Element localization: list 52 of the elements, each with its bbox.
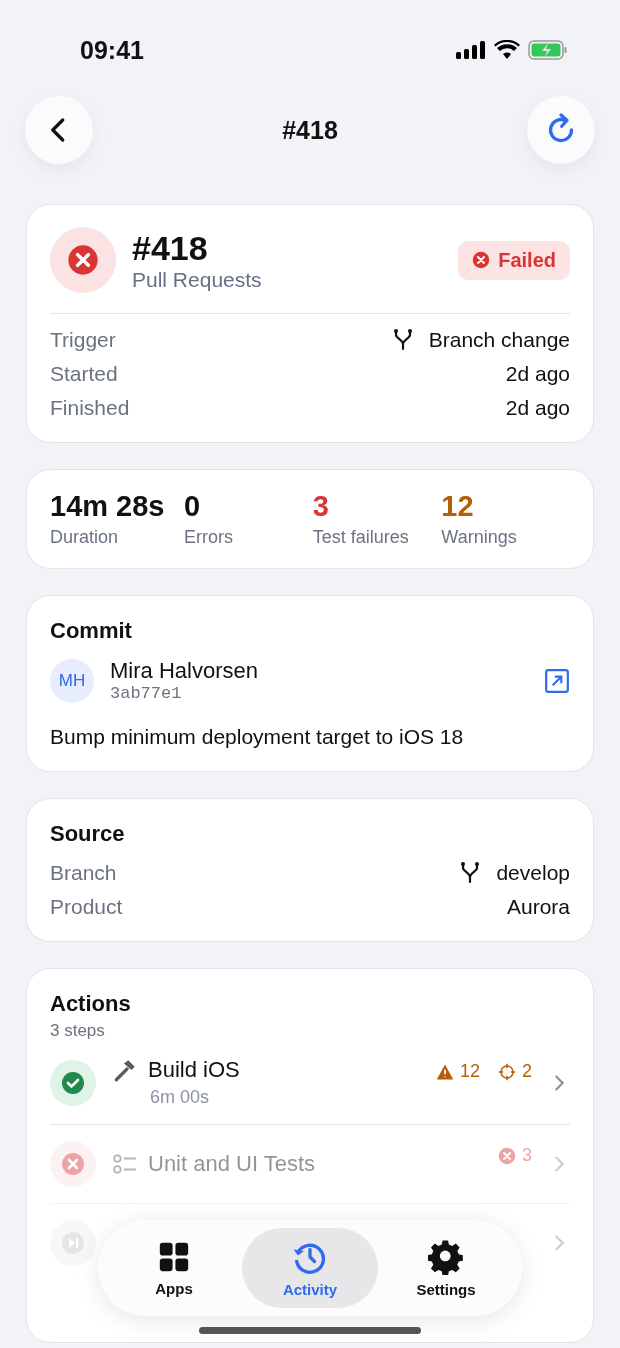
avatar: MH bbox=[50, 658, 94, 703]
workflow-name: Pull Requests bbox=[132, 267, 262, 292]
metric-label: Duration bbox=[50, 527, 120, 548]
card-title: Source bbox=[50, 821, 126, 847]
source-label: Product bbox=[50, 895, 123, 919]
metric-label: Test failures bbox=[312, 527, 410, 548]
commit-hash: 3ab77e1 bbox=[110, 684, 183, 703]
wifi-icon bbox=[494, 40, 520, 60]
status-time: 09:41 bbox=[80, 35, 144, 65]
failed-icon bbox=[50, 1141, 96, 1187]
metric-label: Warnings bbox=[441, 527, 518, 548]
detail-label: Finished bbox=[50, 396, 130, 420]
badge-count: 3 bbox=[522, 1145, 532, 1166]
nav-title: #418 bbox=[282, 115, 338, 145]
detail-value: 2d ago bbox=[505, 362, 570, 386]
signal-icon bbox=[456, 41, 486, 59]
source-value: Aurora bbox=[506, 895, 570, 919]
external-link-icon[interactable] bbox=[544, 667, 570, 694]
commit-message: Bump minimum deployment target to iOS 18 bbox=[50, 725, 465, 749]
badge-count: 12 bbox=[459, 1061, 480, 1082]
success-icon bbox=[50, 1059, 96, 1106]
build-number: #418 bbox=[132, 228, 209, 268]
status-badge: Failed bbox=[458, 240, 570, 280]
hammer-icon bbox=[112, 1057, 138, 1083]
tab[interactable]: Apps bbox=[106, 1228, 242, 1308]
detail-value: 2d ago bbox=[505, 396, 570, 420]
error-icon bbox=[498, 1146, 516, 1165]
detail-label: Started bbox=[50, 362, 118, 386]
metric-label: Errors bbox=[184, 527, 234, 548]
metric-value: 3 bbox=[312, 490, 330, 523]
skip-icon bbox=[50, 1220, 96, 1266]
metric-value: 14m 28s bbox=[50, 490, 166, 523]
card-title: Commit bbox=[50, 618, 133, 644]
battery-icon bbox=[528, 40, 568, 60]
settings-icon bbox=[428, 1238, 464, 1275]
steps-count: 3 steps bbox=[50, 1021, 106, 1041]
source-label: Branch bbox=[50, 861, 117, 885]
warning-icon bbox=[435, 1062, 454, 1081]
badge-count: 2 bbox=[522, 1061, 532, 1082]
metric-value: 0 bbox=[184, 490, 202, 523]
card-title: Actions bbox=[50, 991, 132, 1017]
checklist-icon bbox=[112, 1151, 138, 1177]
step-title[interactable]: Build iOS bbox=[148, 1057, 240, 1083]
step-duration: 6m 00s bbox=[149, 1087, 211, 1108]
author-name: Mira Halvorsen bbox=[110, 658, 258, 684]
tab[interactable]: Activity bbox=[242, 1228, 378, 1308]
tab[interactable]: Settings bbox=[378, 1228, 514, 1308]
crosshair-icon bbox=[498, 1062, 516, 1081]
detail-value: Branch change bbox=[428, 328, 570, 352]
metric-value: 12 bbox=[441, 490, 475, 523]
detail-label: Trigger bbox=[50, 328, 116, 352]
source-value: develop bbox=[496, 861, 570, 885]
